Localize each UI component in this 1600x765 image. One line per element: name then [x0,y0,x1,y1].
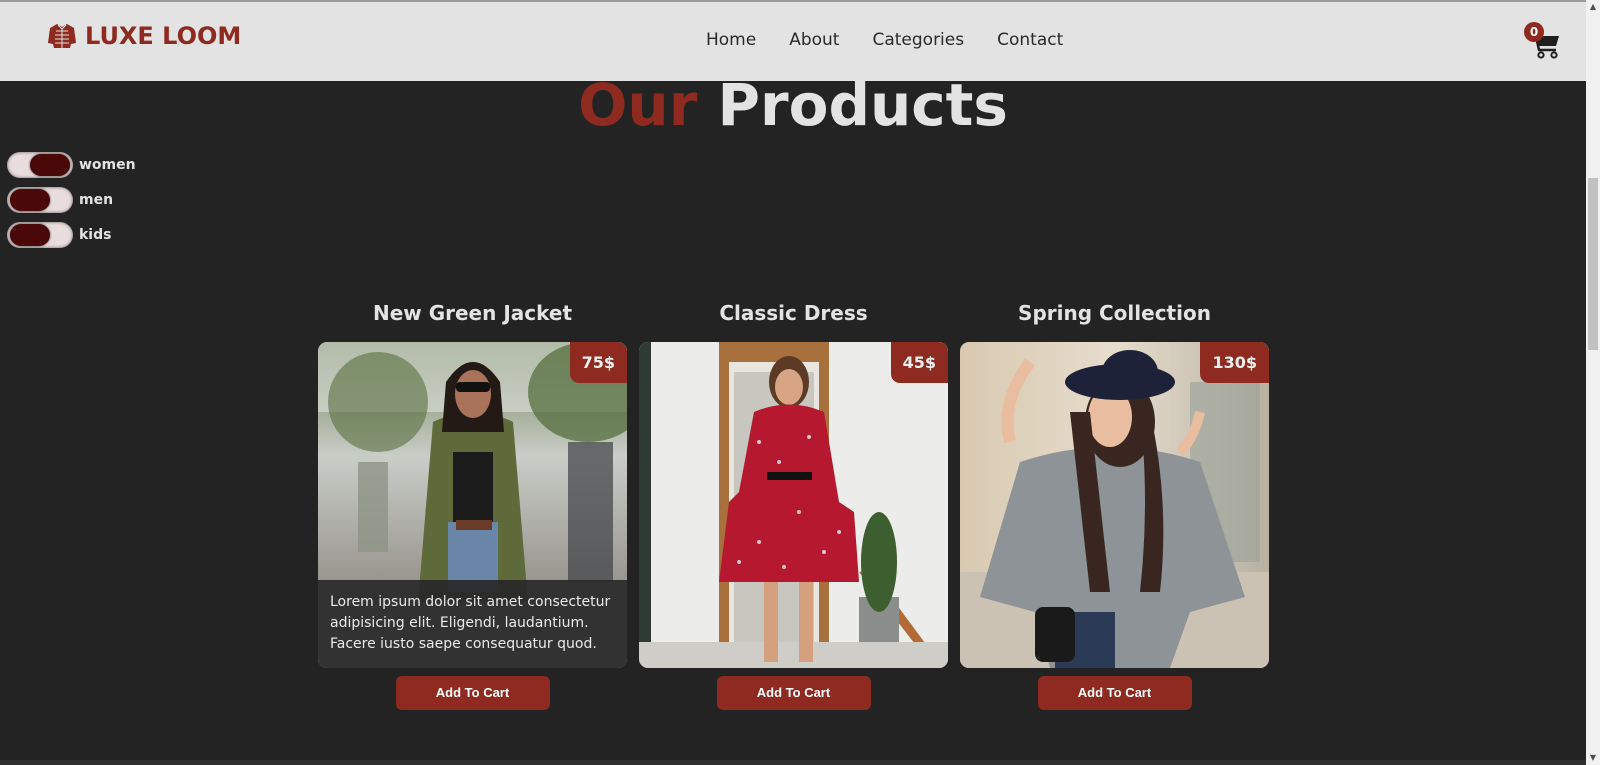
filter-men: men [7,187,136,213]
product-grid: New Green Jacket 75$ Lorem ipsum dolor s… [318,300,1281,710]
price-badge: 130$ [1200,342,1269,383]
filter-label-women: women [79,157,136,173]
cart-count-badge: 0 [1524,22,1544,42]
page-title: Our Products [0,70,1586,140]
product-title: New Green Jacket [372,301,573,325]
add-to-cart-button[interactable]: Add To Cart [395,676,550,710]
price-badge: 75$ [569,342,627,383]
main-nav: Home About Categories Contact [706,30,1096,50]
add-to-cart-button[interactable]: Add To Cart [716,676,871,710]
brand-logo[interactable]: LUXE LOOM [47,21,241,51]
toggle-kids[interactable] [7,222,73,248]
category-filters: women men kids [7,152,136,257]
page-bottom-edge [0,760,1586,765]
product-title: Spring Collection [1018,301,1211,325]
product-description: Lorem ipsum dolor sit amet consectetur a… [318,580,627,668]
scroll-down-arrow-icon[interactable]: ▼ [1586,751,1600,765]
nav-link-categories[interactable]: Categories [872,30,964,50]
product-card-green-jacket: New Green Jacket 75$ Lorem ipsum dolor s… [318,300,627,710]
toggle-knob [30,154,70,176]
filter-label-kids: kids [79,227,112,243]
brand-name: LUXE LOOM [85,22,242,50]
product-photo [960,342,1269,668]
scrollbar-thumb[interactable] [1588,178,1598,350]
toggle-knob [10,224,50,246]
price-badge: 45$ [890,342,948,383]
scroll-up-arrow-icon[interactable]: ▲ [1586,0,1600,14]
nav-link-contact[interactable]: Contact [997,30,1063,50]
product-card-spring-collection: Spring Collection 130$ Add To Cart [960,300,1269,710]
product-image-card[interactable]: 45$ [639,342,948,668]
filter-kids: kids [7,222,136,248]
filter-women: women [7,152,136,178]
filter-label-men: men [79,192,114,208]
product-title: Classic Dress [719,301,868,325]
title-word-our: Our [578,71,698,139]
title-word-products: Products [717,71,1008,139]
nav-link-home[interactable]: Home [706,30,756,50]
toggle-knob [10,189,50,211]
product-card-classic-dress: Classic Dress 45$ Add To Cart [639,300,948,710]
product-image-card[interactable]: 75$ Lorem ipsum dolor sit amet consectet… [318,342,627,668]
vertical-scrollbar[interactable]: ▲ ▼ [1586,0,1600,765]
add-to-cart-button[interactable]: Add To Cart [1037,676,1192,710]
toggle-women[interactable] [7,152,73,178]
cart-button[interactable]: 0 [1524,22,1564,62]
toggle-men[interactable] [7,187,73,213]
sweater-icon [48,24,76,48]
nav-link-about[interactable]: About [789,30,839,50]
product-photo [639,342,948,668]
product-image-card[interactable]: 130$ [960,342,1269,668]
